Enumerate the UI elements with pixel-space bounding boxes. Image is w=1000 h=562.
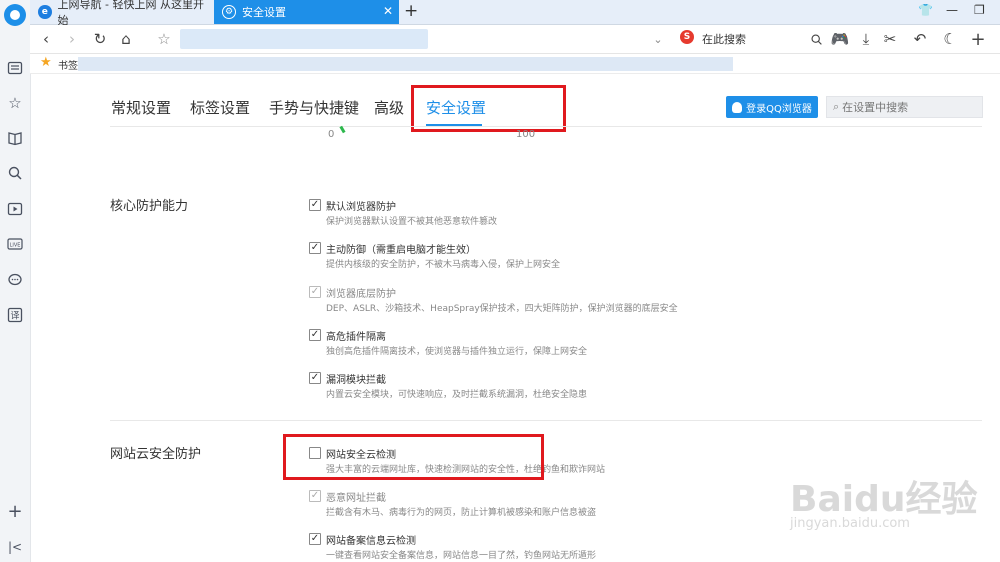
gamepad-icon[interactable]: 🎮 [830, 29, 850, 49]
toolbar: ‹ › ↻ ⌂ ☆ ⌄ S 在此搜索 🎮 ⤓ ✂ ↶ ☾ + [30, 25, 1000, 54]
checkbox [309, 490, 321, 502]
search-icon[interactable] [806, 29, 826, 49]
scissors-icon[interactable]: ✂ [880, 29, 900, 49]
option-label: 默认浏览器防护 [326, 202, 396, 213]
login-label: 登录QQ浏览器 [746, 103, 812, 115]
tab-label: 上网导航 - 轻快上网 从这里开始 [57, 0, 205, 27]
chevron-down-icon[interactable]: ⌄ [648, 29, 668, 49]
tab-gestures-shortcuts[interactable]: 手势与快捷键 [269, 97, 359, 118]
minimize-icon[interactable]: — [946, 3, 958, 17]
skin-shirt-icon[interactable]: 👕 [918, 3, 933, 17]
option-description: DEP、ASLR、沙箱技术、HeapSpray保护技术，四大矩阵防护，保护浏览器… [326, 304, 678, 314]
collapse-sidebar-icon[interactable]: |< [5, 537, 25, 557]
search-icon: ⌕ [833, 100, 840, 113]
option-description: 一键查看网站安全备案信息，网站信息一目了然，钓鱼网站无所遁形 [326, 551, 597, 561]
option-label: 主动防御（需重启电脑才能生效） [326, 245, 476, 256]
checkbox[interactable] [309, 372, 321, 384]
close-tab-icon[interactable]: ✕ [383, 4, 393, 18]
forward-icon[interactable]: › [62, 29, 82, 49]
checkbox[interactable] [309, 329, 321, 341]
tab-strip: e 上网导航 - 轻快上网 从这里开始 ⚙ 安全设置 ✕ + 👕 — ❐ [30, 0, 1000, 27]
undo-icon[interactable]: ↶ [910, 29, 930, 49]
book-icon[interactable] [5, 128, 25, 148]
video-icon[interactable] [5, 199, 25, 219]
translate-icon[interactable]: 译 [5, 305, 25, 325]
section-title-website-cloud-protection: 网站云安全防护 [110, 447, 202, 462]
bookmark-star-icon[interactable]: ★ [40, 55, 52, 70]
login-qq-browser-button[interactable]: 登录QQ浏览器 [726, 96, 818, 118]
option-description: 内置云安全模块，可快速响应，及时拦截系统漏洞，杜绝安全隐患 [326, 390, 588, 400]
svg-text:LIVE: LIVE [10, 243, 21, 249]
bookmark-star-icon[interactable]: ☆ [154, 29, 174, 49]
tab-navigation[interactable]: e 上网导航 - 轻快上网 从这里开始 [30, 0, 210, 27]
search-box-placeholder[interactable]: 在此搜索 [702, 31, 746, 47]
checkbox[interactable] [309, 199, 321, 211]
bookmark-items[interactable] [78, 57, 733, 71]
add-icon[interactable]: + [5, 501, 25, 522]
new-tab-icon[interactable]: + [404, 1, 418, 21]
add-icon[interactable]: + [968, 29, 988, 50]
live-icon[interactable]: LIVE [5, 234, 25, 254]
restore-icon[interactable]: ❐ [974, 3, 985, 17]
sidebar: ☆ LIVE 译 + |< [0, 0, 31, 562]
checkbox[interactable] [309, 242, 321, 254]
download-icon[interactable]: ⤓ [856, 29, 876, 49]
highlight-box-cloud-detection [283, 434, 544, 480]
highlight-box-security-tab [411, 85, 566, 132]
tab-label: 安全设置 [242, 6, 286, 19]
bookmarks-label[interactable]: 书签 [58, 57, 78, 72]
chat-bubble-icon[interactable] [5, 270, 25, 290]
watermark-url: jingyan.baidu.com [790, 516, 910, 531]
option-description: 拦截含有木马、病毒行为的网页，防止计算机被感染和账户信息被盗 [326, 508, 597, 518]
svg-text:译: 译 [10, 311, 19, 322]
tab-general-settings[interactable]: 常规设置 [111, 97, 171, 118]
option-label: 网站备案信息云检测 [326, 536, 416, 547]
reader-icon[interactable] [5, 58, 25, 78]
bookmark-bar: ★ 书签 [30, 54, 1000, 74]
section-divider [110, 420, 982, 421]
checkbox[interactable] [309, 533, 321, 545]
search-icon[interactable] [5, 163, 25, 183]
option-label: 浏览器底层防护 [326, 289, 396, 300]
night-mode-icon[interactable]: ☾ [940, 29, 960, 49]
option-label: 漏洞模块拦截 [326, 375, 386, 386]
address-bar[interactable] [180, 29, 428, 49]
qq-browser-logo-icon[interactable] [4, 4, 26, 26]
gauge-max-label: 100 [516, 129, 536, 140]
gauge-min-label: 0 [328, 129, 335, 140]
tab-advanced[interactable]: 高级 [374, 97, 404, 118]
favorites-star-icon[interactable]: ☆ [5, 93, 25, 113]
header-divider [110, 126, 982, 127]
home-icon[interactable]: ⌂ [116, 29, 136, 49]
settings-search-input[interactable] [842, 100, 968, 114]
option-description: 保护浏览器默认设置不被其他恶意软件篡改 [326, 217, 498, 227]
refresh-icon[interactable]: ↻ [90, 29, 110, 49]
tab-security-settings[interactable]: ⚙ 安全设置 ✕ [214, 0, 399, 24]
search-engine-icon[interactable]: S [680, 30, 694, 44]
ie-icon: e [38, 5, 52, 19]
checkbox [309, 286, 321, 298]
baidu-jingyan-watermark: Baidu经验 jingyan.baidu.com [790, 470, 990, 540]
watermark-brand: Baidu经验 [790, 479, 978, 520]
option-label: 恶意网址拦截 [326, 493, 386, 504]
option-description: 独创高危插件隔离技术，使浏览器与插件独立运行，保障上网安全 [326, 347, 588, 357]
option-description: 提供内核级的安全防护，不被木马病毒入侵，保护上网安全 [326, 260, 561, 270]
settings-search-field[interactable]: ⌕ [826, 96, 983, 118]
shield-icon: ⚙ [222, 5, 236, 19]
back-icon[interactable]: ‹ [36, 29, 56, 49]
tab-tab-settings[interactable]: 标签设置 [190, 97, 250, 118]
qq-penguin-icon [732, 101, 743, 113]
option-label: 高危插件隔离 [326, 332, 386, 343]
section-title-core-protection: 核心防护能力 [110, 199, 189, 214]
